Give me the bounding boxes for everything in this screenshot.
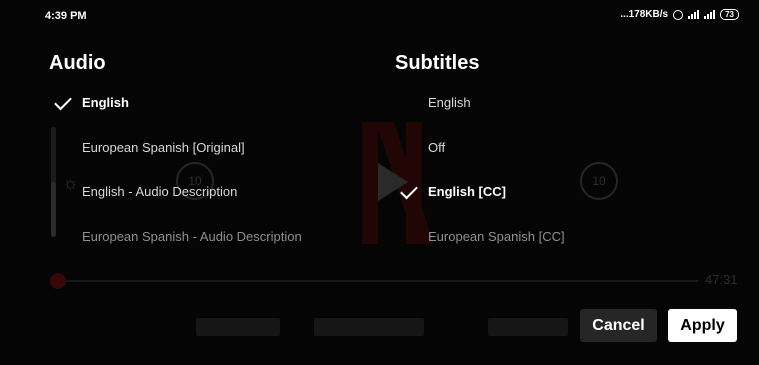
signal-icon — [688, 10, 700, 19]
audio-subtitles-control — [314, 318, 424, 336]
brightness-slider — [51, 127, 56, 237]
forward-10-icon: 10 — [580, 162, 618, 200]
audio-option-european-spanish-original[interactable]: European Spanish [Original] — [82, 140, 245, 155]
episodes-control — [196, 318, 280, 336]
remaining-time: 47:31 — [705, 272, 738, 287]
cancel-button[interactable]: Cancel — [580, 309, 657, 342]
subtitles-heading: Subtitles — [395, 52, 480, 74]
subtitle-option-english[interactable]: English — [428, 95, 471, 110]
progress-bar — [58, 280, 698, 282]
subtitle-option-european-spanish-cc[interactable]: European Spanish [CC] — [428, 229, 565, 244]
status-bar: 4:39 PM ...178KB/s 73 — [0, 0, 759, 30]
brightness-icon: ☼ — [62, 173, 79, 193]
check-icon — [54, 92, 72, 111]
battery-icon: 73 — [720, 9, 739, 20]
apply-button[interactable]: Apply — [668, 309, 737, 342]
audio-option-english[interactable]: English — [82, 95, 129, 110]
progress-scrubber — [50, 273, 66, 289]
signal-4g-icon — [704, 10, 716, 19]
audio-heading: Audio — [49, 52, 106, 74]
subtitle-option-off[interactable]: Off — [428, 140, 445, 155]
audio-option-european-spanish-audio-description[interactable]: European Spanish - Audio Description — [82, 229, 302, 244]
alarm-icon — [673, 9, 684, 20]
network-speed: ...178KB/s — [620, 9, 669, 20]
audio-option-english-audio-description[interactable]: English - Audio Description — [82, 184, 237, 199]
subtitle-option-english-cc[interactable]: English [CC] — [428, 184, 506, 199]
next-episode-control — [488, 318, 568, 336]
status-time: 4:39 PM — [45, 10, 87, 22]
status-icons: ...178KB/s 73 — [620, 9, 739, 20]
